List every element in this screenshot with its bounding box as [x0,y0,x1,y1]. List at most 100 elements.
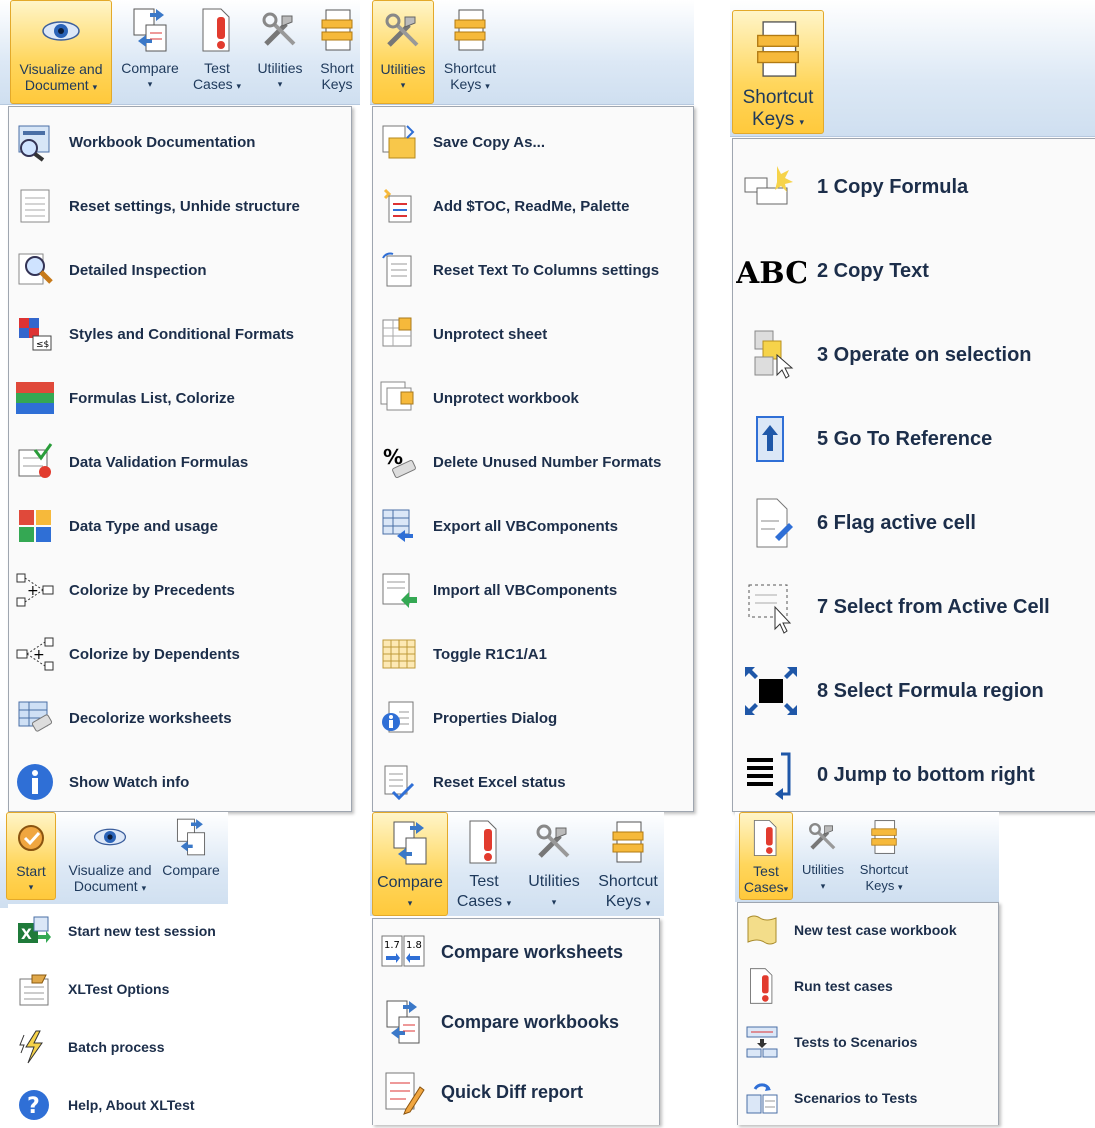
menu-item[interactable]: XLTest Options [8,966,238,1012]
menu-item-label: Unprotect workbook [433,389,579,407]
compare-button[interactable]: Compare [158,812,224,900]
shortcut-keys-button[interactable]: Shortcut Keys ▾ [592,812,664,916]
ribbon-label: Cases [456,893,503,910]
shortcut-keys-button[interactable]: Shortcut Keys ▾ [732,10,824,134]
ribbon-bar: Visualize and Document ▾ Compare ▾ Test … [0,0,360,105]
menu-item[interactable]: Reset Text To Columns settings [373,247,693,293]
menu-item[interactable]: 0 Jump to bottom right [733,745,1095,805]
menu-item[interactable]: + Colorize by Dependents [9,631,351,677]
shortcut-icon [612,821,644,863]
precedents-icon: + [16,573,54,607]
ribbon-label: Shortcut [859,862,909,877]
import-vb-icon [382,573,417,608]
menu-item[interactable]: Scenarios to Tests [738,1075,998,1121]
test-cases-button[interactable]: Test Cases ▾ [188,0,246,104]
visualize-document-button[interactable]: Visualize and Document ▾ [62,812,158,900]
menu-item[interactable]: Compare workbooks [373,999,659,1045]
menu-item[interactable]: 8 Select Formula region [733,661,1095,721]
menu-item[interactable]: Data Type and usage [9,503,351,549]
start-button[interactable]: Start ▾ [6,812,56,900]
menu-item[interactable]: New test case workbook [738,907,998,953]
menu-item[interactable]: Formulas List, Colorize [9,375,351,421]
utilities-button[interactable]: Utilities ▾ [795,812,851,900]
shortcut-keys-button[interactable]: Shortcut Keys ▾ [436,0,504,104]
ribbon-label: Keys [865,878,895,893]
data-type-icon [19,510,51,542]
menu-item-label: 1 Copy Formula [817,175,969,198]
menu-item[interactable]: Save Copy As... [373,119,693,165]
menu-item[interactable]: Quick Diff report [373,1069,659,1115]
menu-item-label: 0 Jump to bottom right [817,763,1035,786]
menu-item[interactable]: Export all VBComponents [373,503,693,549]
menu-item[interactable]: Add $TOC, ReadMe, Palette [373,183,693,229]
ribbon-label: Visualize and [68,862,152,878]
detailed-inspection-icon [18,253,53,285]
menu-item[interactable]: + Colorize by Precedents [9,567,351,613]
menu-item[interactable]: X Start new test session [8,908,238,954]
ribbon-label: Utilities [802,862,844,877]
menu-item[interactable]: 1 Copy Formula [733,157,1095,217]
ribbon-bar: Shortcut Keys ▾ [730,0,1095,137]
utilities-icon [385,13,419,47]
menu-item[interactable]: 3 Operate on selection [733,325,1095,385]
compare-button[interactable]: Compare ▾ [115,0,185,104]
utilities-button[interactable]: Utilities ▾ [520,812,588,916]
menu-item-label: Detailed Inspection [69,261,207,279]
compare-button[interactable]: Compare ▾ [372,812,448,916]
menu-item-label: Workbook Documentation [69,133,256,151]
utilities-button[interactable]: Utilities ▾ [248,0,312,104]
menu-item[interactable]: 7 Select from Active Cell [733,577,1095,637]
help-icon: ? [19,1090,49,1120]
menu-item[interactable]: 1.7 1.8 Compare worksheets [373,929,659,975]
menu-item-label: Help, About XLTest [68,1097,195,1113]
ribbon-label: Compare [121,60,179,76]
menu-item[interactable]: ≤$ Styles and Conditional Formats [9,311,351,357]
menu-item-label: Styles and Conditional Formats [69,325,295,343]
menu-item-label: Toggle R1C1/A1 [433,645,547,663]
svg-text:1.8: 1.8 [406,940,422,951]
menu-item[interactable]: ? Help, About XLTest [8,1082,238,1128]
menu-item-label: Decolorize worksheets [69,709,232,727]
menu-item[interactable]: 5 Go To Reference [733,409,1095,469]
menu-item[interactable]: % Delete Unused Number Formats [373,439,693,485]
ribbon-label: Compare [162,862,220,878]
menu-item-label: Run test cases [794,978,893,994]
menu-item[interactable]: Data Validation Formulas [9,439,351,485]
menu-item-label: Compare worksheets [441,941,624,962]
menu-item[interactable]: Workbook Documentation [9,119,351,165]
utilities-button[interactable]: Utilities ▾ [372,0,434,104]
jump-bottom-right-icon [747,752,791,800]
menu-item-label: 6 Flag active cell [817,511,976,534]
visualize-dropdown-menu: Workbook Documentation Reset settings, U… [8,106,352,812]
menu-item[interactable]: Unprotect sheet [373,311,693,357]
menu-item-label: 2 Copy Text [817,259,929,282]
dropdown-arrow-icon: ▾ [898,882,903,892]
data-validation-icon [18,443,53,478]
visualize-document-button[interactable]: Visualize and Document ▾ [10,0,112,104]
menu-item[interactable]: Toggle R1C1/A1 [373,631,693,677]
shortcut-keys-button[interactable]: Short Keys [314,0,360,104]
menu-item[interactable]: Properties Dialog [373,695,693,741]
menu-item-label: Unprotect sheet [433,325,548,343]
test-cases-button[interactable]: Test Cases ▾ [452,812,516,916]
menu-item[interactable]: Reset settings, Unhide structure [9,183,351,229]
menu-item[interactable]: Tests to Scenarios [738,1019,998,1065]
svg-text:?: ? [27,1094,40,1119]
menu-item[interactable]: Decolorize worksheets [9,695,351,741]
menu-item-label: New test case workbook [794,922,957,938]
menu-item-label: Save Copy As... [433,133,545,151]
menu-item[interactable]: Run test cases [738,963,998,1009]
menu-item[interactable]: 6 Flag active cell [733,493,1095,553]
ribbon-label: Shortcut [598,873,658,890]
menu-item[interactable]: Unprotect workbook [373,375,693,421]
menu-item[interactable]: Show Watch info [9,759,351,805]
menu-item[interactable]: Import all VBComponents [373,567,693,613]
menu-item[interactable]: Reset Excel status [373,759,693,805]
menu-item[interactable]: ABC 2 Copy Text [733,241,1095,301]
menu-item[interactable]: Batch process [8,1024,238,1070]
start-dropdown-menu: X Start new test session XLTest Options … [8,904,238,1122]
menu-item[interactable]: Detailed Inspection [9,247,351,293]
test-cases-button[interactable]: Test Cases▾ [739,812,793,900]
svg-text:X: X [21,927,32,943]
shortcut-keys-button[interactable]: Shortcut Keys ▾ [853,812,915,900]
